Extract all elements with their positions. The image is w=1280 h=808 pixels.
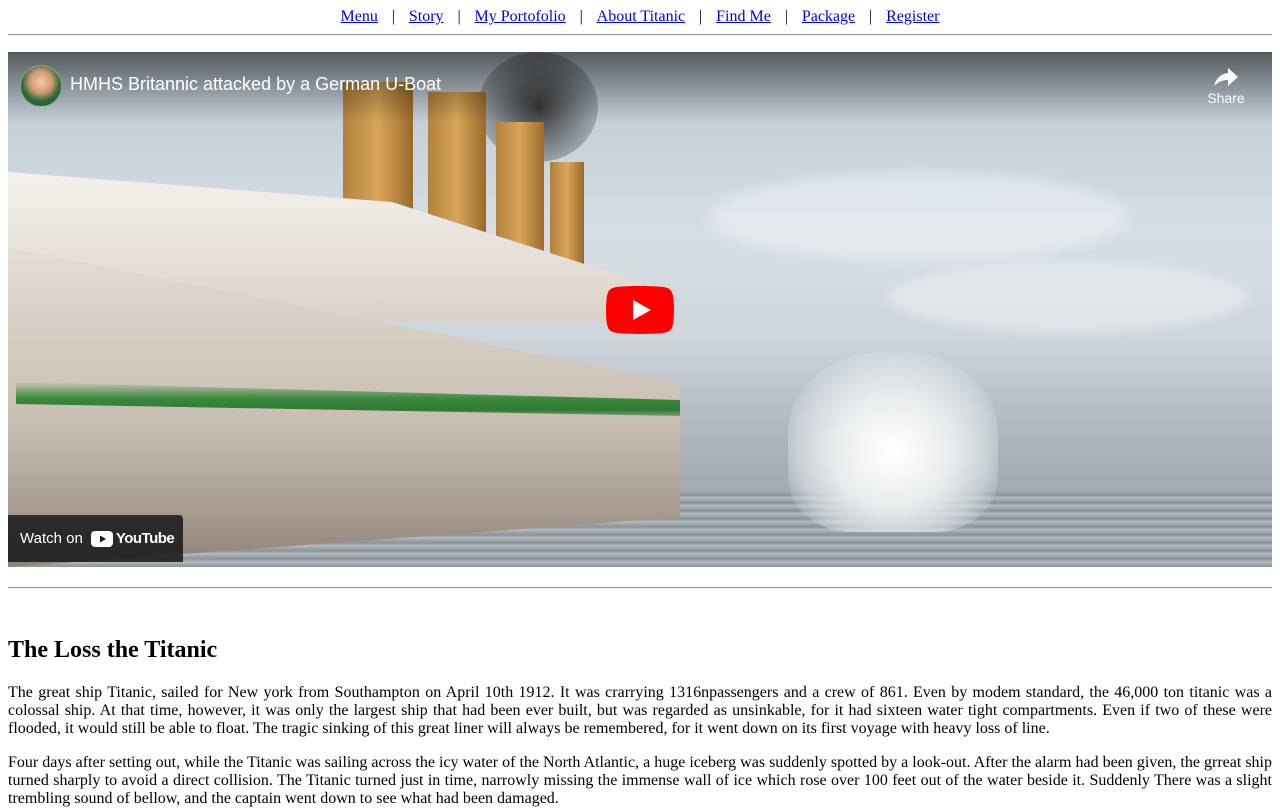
share-button[interactable]: Share [1206, 66, 1246, 106]
play-button[interactable] [606, 286, 674, 334]
watch-on-youtube-button[interactable]: Watch on YouTube [8, 515, 183, 562]
youtube-video-embed[interactable]: HMHS Britannic attacked by a German U-Bo… [8, 52, 1272, 567]
play-icon [606, 286, 674, 334]
youtube-wordmark: YouTube [115, 530, 175, 547]
nav-separator: | [784, 8, 788, 25]
nav-link-register[interactable]: Register [886, 8, 939, 25]
share-label: Share [1207, 90, 1245, 106]
nav-link-portfolio[interactable]: My Portofolio [475, 8, 566, 25]
watch-on-label: Watch on [20, 530, 83, 547]
nav-separator: | [579, 8, 583, 25]
nav-link-about-titanic[interactable]: About Titanic [597, 8, 685, 25]
nav-separator: | [391, 8, 395, 25]
divider [8, 34, 1272, 36]
nav-link-menu[interactable]: Menu [341, 8, 378, 25]
youtube-logo: YouTube [90, 530, 175, 547]
divider [8, 587, 1272, 589]
explosion-splash [788, 352, 998, 532]
nav-link-story[interactable]: Story [409, 8, 444, 25]
article-heading: The Loss the Titanic [8, 637, 218, 663]
nav-separator: | [699, 8, 703, 25]
cloud [888, 262, 1248, 332]
youtube-logo-icon [90, 530, 113, 547]
channel-avatar[interactable] [20, 65, 62, 107]
article-paragraph: The great ship Titanic, sailed for New y… [8, 684, 1272, 737]
page: Menu | Story | My Portofolio | About Titanic | F… [0, 0, 1280, 808]
top-navigation: Menu | Story | My Portofolio | About Titanic | F… [8, 0, 1272, 26]
nav-separator: | [869, 8, 873, 25]
nav-link-find-me[interactable]: Find Me [716, 8, 771, 25]
share-icon [1214, 68, 1238, 86]
nav-link-package[interactable]: Package [802, 8, 855, 25]
cloud [708, 172, 1128, 262]
nav-separator: | [457, 8, 461, 25]
video-title[interactable]: HMHS Britannic attacked by a German U-Bo… [70, 74, 441, 95]
